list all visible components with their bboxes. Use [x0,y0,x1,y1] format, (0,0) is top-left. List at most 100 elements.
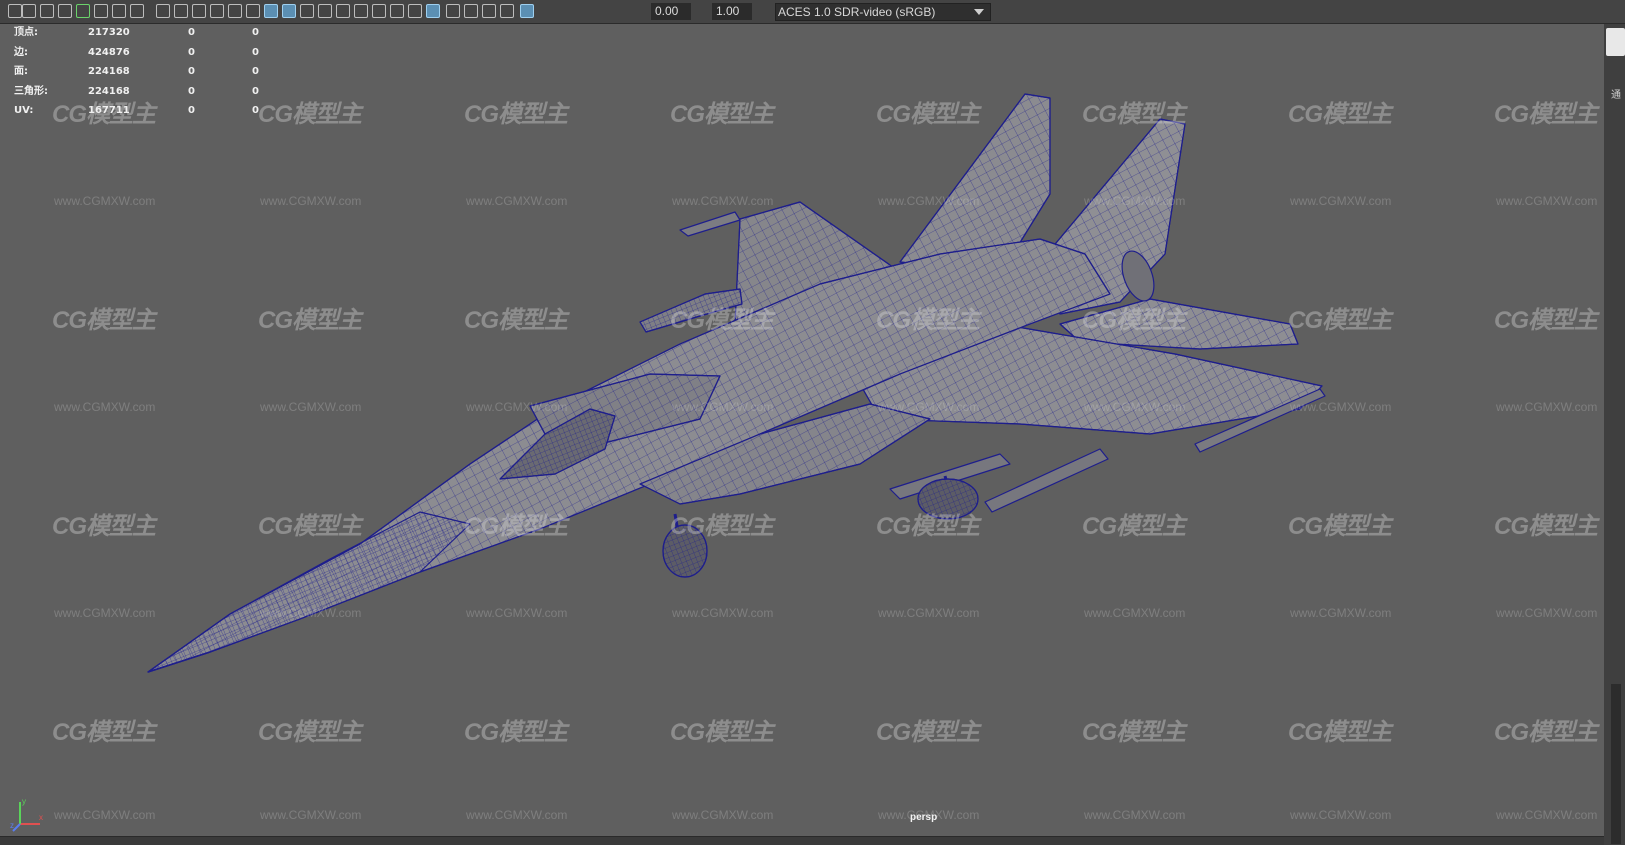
watermark-logo: CG模型主 [464,307,568,334]
hud-value-selected: 0 [188,66,195,77]
watermark-url: www.CGMXW.com [1084,606,1186,620]
hud-label: 三角形: [14,85,48,97]
watermark-url: www.CGMXW.com [1084,808,1186,822]
motion-blur-icon[interactable] [354,4,368,18]
hud-value-triangles: 0 [252,46,259,58]
watermark-logo: CG模型主 [1288,513,1392,540]
watermark-logo: CG模型主 [1082,719,1186,746]
watermark-url: www.CGMXW.com [1084,400,1186,414]
3d-viewport[interactable]: CG模型主 CG模型主 CG模型主 CG模型主 www.CGMXW.com www.CGM… [0,24,1604,836]
hud-value-selected: 0 [188,105,195,116]
watermark-logo: CG模型主 [1494,307,1598,334]
panel-scrollbar[interactable] [1611,684,1621,844]
hud-label: 边: [14,46,28,58]
watermark-logo: CG模型主 [1288,101,1392,128]
color-space-label: ACES 1.0 SDR-video (sRGB) [778,5,936,19]
panel-tab-label: 通 [1611,90,1621,101]
film-gate-icon[interactable] [112,4,126,18]
resolution-gate-icon[interactable] [130,4,144,18]
wireframe-on-shaded-icon[interactable] [264,4,278,18]
chevron-down-icon[interactable] [974,9,984,15]
screen-space-ao-icon[interactable] [336,4,350,18]
hud-value-triangles: 0 [252,85,259,97]
anti-aliasing-icon[interactable] [372,4,386,18]
watermark-url: www.CGMXW.com [1290,808,1392,822]
wireframe-icon[interactable] [228,4,242,18]
watermark-url: www.CGMXW.com [878,400,980,414]
camera-name-label: persp [910,812,938,823]
isolate-select-icon[interactable] [408,4,422,18]
hud-label: 顶点: [14,27,38,38]
watermark-logo: CG模型主 [464,513,568,540]
safe-action-icon[interactable] [192,4,206,18]
watermark-url: www.CGMXW.com [260,400,362,414]
bookmark-icon[interactable] [40,4,54,18]
watermark-logo: CG模型主 [464,101,568,128]
watermark-url: www.CGMXW.com [1496,606,1598,620]
smooth-shade-icon[interactable] [246,4,260,18]
watermark-url: www.CGMXW.com [878,194,980,208]
watermark-logo: CG模型主 [258,719,362,746]
watermark-url: www.CGMXW.com [1290,606,1392,620]
axis-z-label: z [10,821,14,830]
depth-of-field-icon[interactable] [390,4,404,18]
image-plane-icon[interactable] [58,4,72,18]
hud-value-selected: 0 [188,46,195,58]
watermark-url: www.CGMXW.com [672,606,774,620]
camera-attributes-icon[interactable] [22,4,36,18]
watermark-logo: CG模型主 [1082,513,1186,540]
xray-joints-icon[interactable] [446,4,460,18]
gate-mask-icon[interactable] [156,4,170,18]
shadows-icon[interactable] [318,4,332,18]
exposure-field[interactable]: 0.00 [651,3,691,20]
watermark-url: www.CGMXW.com [260,606,362,620]
view-axis-indicator: x y z [10,797,43,832]
textured-icon[interactable] [282,4,296,18]
watermark-url: www.CGMXW.com [1290,194,1392,208]
grease-pencil-icon[interactable] [76,4,90,18]
watermark-logo: CG模型主 [1494,513,1598,540]
hud-value-total: 217320 [88,27,130,38]
axis-x-label: x [39,813,43,822]
watermark-url: www.CGMXW.com [466,606,568,620]
grid-icon[interactable] [94,4,108,18]
hud-value-total: 224168 [88,85,130,97]
watermark-logo: CG模型主 [670,307,774,334]
watermark-url: www.CGMXW.com [54,606,156,620]
exposure-reset-icon[interactable] [482,4,496,18]
watermark-url: www.CGMXW.com [260,808,362,822]
color-space-dropdown[interactable]: ACES 1.0 SDR-video (sRGB) [775,3,991,21]
xray-icon[interactable] [426,4,440,18]
bottom-status-bar [0,836,1604,845]
watermark-url: www.CGMXW.com [1496,400,1598,414]
watermark-url: www.CGMXW.com [1496,194,1598,208]
safe-title-icon[interactable] [210,4,224,18]
watermark-url: www.CGMXW.com [672,400,774,414]
use-all-lights-icon[interactable] [300,4,314,18]
watermark-logo: CG模型主 [258,101,362,128]
aircraft-mesh [147,93,1326,673]
watermark-logo: CG模型主 [1494,101,1598,128]
gamma-field[interactable]: 1.00 [712,3,752,20]
backface-culling-icon[interactable] [464,4,478,18]
color-management-icon[interactable] [520,4,534,18]
watermark-url: www.CGMXW.com [1084,194,1186,208]
watermark-logo: CG模型主 [1082,307,1186,334]
panel-tab-button[interactable] [1606,28,1625,56]
watermark-url: www.CGMXW.com [1290,400,1392,414]
watermark-logo: CG模型主 [670,513,774,540]
watermark-logo: CG模型主 [876,101,980,128]
watermark-logo: CG模型主 [670,101,774,128]
watermark-logo: CG模型主 [52,307,156,334]
gamma-reset-icon[interactable] [500,4,514,18]
axis-y-label: y [22,797,26,806]
watermark-logo: CG模型主 [1288,307,1392,334]
watermark-url: www.CGMXW.com [466,400,568,414]
watermark-logo: CG模型主 [670,719,774,746]
hud-label: UV: [14,105,34,116]
watermark-url: www.CGMXW.com [54,808,156,822]
watermark-logo: CG模型主 [876,307,980,334]
field-chart-icon[interactable] [174,4,188,18]
camera-icon[interactable] [8,4,22,18]
watermark-logo: CG模型主 [1288,719,1392,746]
